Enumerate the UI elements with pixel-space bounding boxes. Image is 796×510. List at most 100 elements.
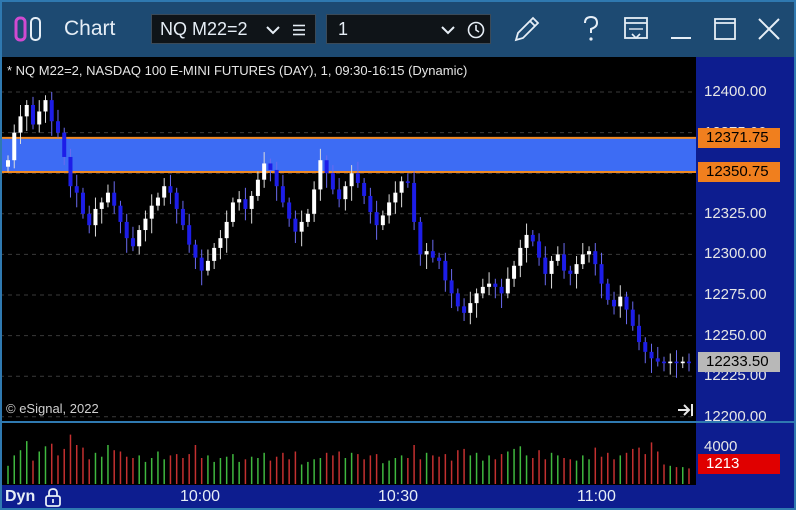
maximize-icon[interactable] <box>708 12 742 46</box>
candle-body <box>305 213 310 222</box>
candle-body <box>93 208 98 226</box>
candle-body <box>493 283 498 287</box>
candle-body <box>49 100 54 122</box>
candle-body <box>18 116 23 133</box>
candle-body <box>437 257 442 261</box>
candle-body <box>374 212 379 226</box>
candle-body <box>587 251 592 255</box>
candle-body <box>218 238 223 248</box>
candle-body <box>280 186 285 203</box>
candle-body <box>137 230 142 247</box>
symbol-value: NQ M22=2 <box>160 19 248 39</box>
candle-body <box>62 132 67 157</box>
candle-body <box>205 260 210 271</box>
menu-icon[interactable] <box>292 24 306 36</box>
candle-body <box>105 192 110 203</box>
candle-body <box>318 160 323 190</box>
candle-body <box>130 238 135 247</box>
candle-body <box>574 264 579 274</box>
candle-body <box>674 361 679 364</box>
chevron-down-icon[interactable] <box>266 25 280 35</box>
candle-body <box>630 309 635 326</box>
candle-body <box>668 361 673 364</box>
candle-body <box>155 197 160 206</box>
candle-body <box>537 241 542 258</box>
candle-body <box>112 192 117 206</box>
candle-body <box>74 186 79 193</box>
candle-body <box>6 160 10 167</box>
candle-body <box>399 181 404 193</box>
time-axis[interactable]: Dyn 10:00 10:30 11:00 <box>0 485 796 510</box>
zone-price-tag: 12371.75 <box>698 127 780 148</box>
candle-body <box>124 221 129 239</box>
candle-body <box>380 215 385 226</box>
copyright: © eSignal, 2022 <box>6 401 99 416</box>
minimize-icon[interactable] <box>664 12 698 46</box>
candle-body <box>199 257 204 271</box>
time-tick-label: 10:30 <box>378 488 419 505</box>
pencil-icon[interactable] <box>510 12 544 46</box>
layout-icon[interactable] <box>619 12 653 46</box>
candle-body <box>249 195 254 209</box>
candle-body <box>624 296 629 310</box>
candle-body <box>462 306 467 313</box>
last-price-tag: 12233.50 <box>698 352 780 373</box>
candle-body <box>655 358 660 362</box>
candle-body <box>499 286 504 294</box>
candle-body <box>174 192 179 209</box>
candle-body <box>680 361 685 364</box>
lock-icon[interactable] <box>44 488 62 507</box>
candle-body <box>512 265 517 279</box>
candle-body <box>355 173 360 183</box>
candle-body <box>143 218 148 231</box>
app-icon[interactable] <box>14 16 46 42</box>
candle-body <box>237 199 242 203</box>
price-tick-label: 12275.00 <box>704 286 767 303</box>
candle-body <box>530 234 535 242</box>
candle-body <box>312 189 317 214</box>
candle-body <box>605 283 610 300</box>
close-icon[interactable] <box>752 12 786 46</box>
candle-body <box>593 251 598 265</box>
candle-body <box>80 192 85 214</box>
candle-body <box>149 205 154 219</box>
time-tick-label: 11:00 <box>577 488 616 505</box>
candle-body <box>505 278 510 294</box>
candle-body <box>549 260 554 274</box>
candle-body <box>212 247 217 261</box>
candle-body <box>43 100 48 112</box>
candle-body <box>424 251 429 255</box>
candle-body <box>330 173 335 190</box>
price-chart[interactable] <box>0 57 796 485</box>
volume-tag: 1213 <box>698 454 780 475</box>
interval-selector[interactable]: 1 <box>326 14 491 44</box>
candle-body <box>68 156 73 187</box>
candle-body <box>55 121 60 133</box>
candle-body <box>487 283 492 287</box>
candle-body <box>118 205 123 222</box>
price-tick-label: 12400.00 <box>704 83 767 100</box>
price-tick-label: 12325.00 <box>704 204 767 222</box>
candle-body <box>299 221 304 232</box>
candle-body <box>337 189 342 200</box>
help-icon[interactable] <box>574 12 608 46</box>
candle-body <box>168 186 173 193</box>
zone-price-tag: 12350.75 <box>698 161 780 182</box>
candle-body <box>662 361 667 364</box>
candle-body <box>637 325 642 343</box>
candle-body <box>562 254 567 271</box>
symbol-selector[interactable]: NQ M22=2 <box>151 14 316 44</box>
candle-body <box>418 221 423 255</box>
candle-body <box>274 169 279 187</box>
candle-body <box>193 244 198 258</box>
price-tick-label: 12250.00 <box>704 326 767 344</box>
mode-label[interactable]: Dyn <box>5 488 35 506</box>
chevron-down-icon[interactable] <box>441 25 455 35</box>
candle-body <box>324 160 329 174</box>
candle-body <box>230 202 235 222</box>
clock-icon[interactable] <box>467 21 485 39</box>
interval-value: 1 <box>338 19 349 39</box>
candle-body <box>449 280 454 294</box>
candle-body <box>649 351 654 359</box>
scroll-to-end-icon[interactable] <box>677 402 695 418</box>
